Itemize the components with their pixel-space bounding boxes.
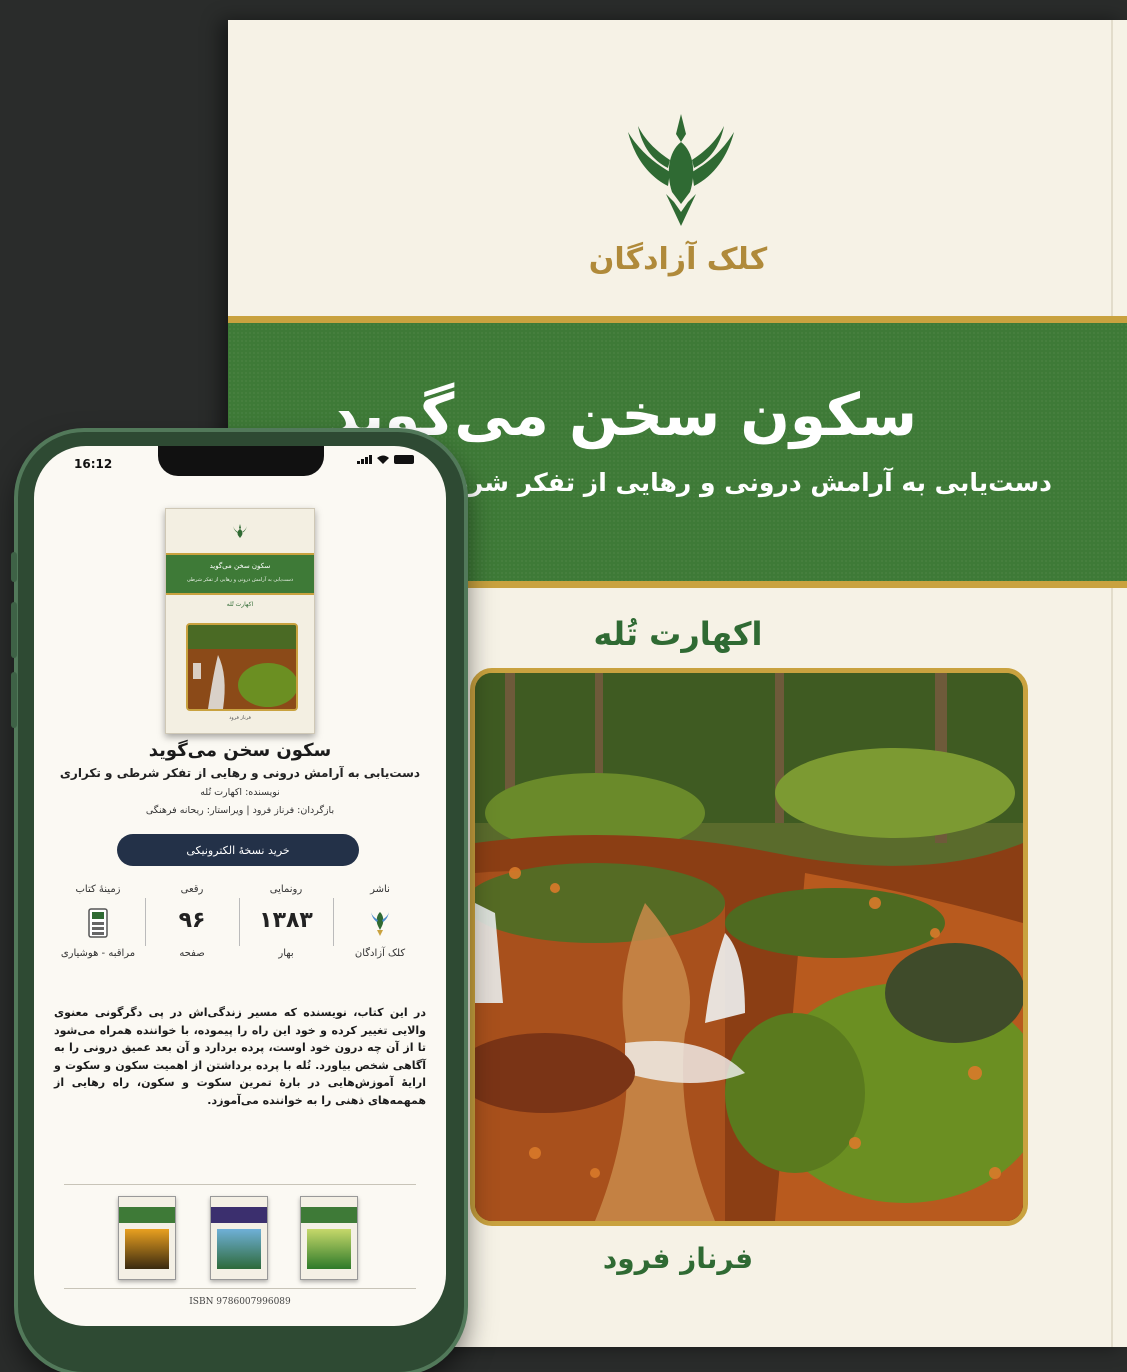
isbn-text: ISBN 9786007996089 — [189, 1297, 291, 1307]
info-release-label: رونمایی — [269, 884, 303, 895]
info-pages-label: رقعی — [180, 884, 204, 895]
status-time: 16:12 — [74, 457, 113, 471]
section-divider — [64, 1288, 416, 1289]
info-pages: رقعی ۹۶ صفحه — [146, 878, 238, 978]
phone-mute-switch — [11, 552, 17, 582]
section-divider — [64, 1184, 416, 1185]
cover-translator: فرناز فرود — [602, 1242, 754, 1275]
phone-notch — [158, 446, 324, 476]
related-book[interactable] — [118, 1196, 176, 1280]
info-divider — [145, 898, 146, 946]
thumbnail-author: اکهارت تُله — [226, 601, 254, 608]
info-divider — [333, 898, 334, 946]
phone-volume-down — [11, 672, 17, 728]
related-book[interactable] — [300, 1196, 358, 1280]
publisher-logo-icon — [371, 912, 389, 936]
cover-publisher-name: کلک آزادگان — [588, 242, 768, 277]
book-info-row: ناشر کلک آزادگان رونمایی ۱۳۸۳ بهار رقعی … — [54, 878, 426, 978]
wifi-icon — [377, 455, 389, 464]
info-divider — [239, 898, 240, 946]
book-author-line: نویسنده: اکهارت تُله — [200, 787, 280, 798]
info-publisher-label: ناشر — [370, 884, 390, 895]
book-credits-line: بازگردان: فرناز فرود | ویراستار: ریحانه … — [145, 805, 335, 816]
book-description: در این کتاب، نویسنده که مسیر زندگی‌اش در… — [54, 1006, 426, 1107]
thumbnail-translator: فرناز فرود — [229, 715, 251, 721]
cover-waterfall-photo — [470, 668, 1028, 1226]
thumbnail-photo — [186, 623, 298, 711]
info-publisher: ناشر کلک آزادگان — [334, 878, 426, 978]
thumbnail-logo-icon — [233, 524, 247, 538]
cover-author: اکهارت تُله — [593, 615, 763, 653]
phone-mockup: 16:12 سکون سخن می‌گوید دست‌یابی به آرامش… — [11, 432, 464, 1372]
publisher-logo-icon — [628, 114, 734, 226]
info-category-label: زمینهٔ کتاب — [75, 884, 121, 895]
buy-ebook-button[interactable]: خرید نسخهٔ الکترونیکی — [117, 834, 359, 866]
signal-icon — [357, 455, 372, 464]
info-pages-unit: صفحه — [179, 948, 205, 959]
info-release-year: ۱۳۸۳ — [259, 908, 313, 933]
cover-edge-line — [1111, 20, 1113, 1347]
info-release: رونمایی ۱۳۸۳ بهار — [240, 878, 332, 978]
book-thumbnail[interactable]: سکون سخن می‌گوید دست‌یابی به آرامش درونی… — [165, 508, 315, 734]
calculator-icon — [88, 908, 108, 938]
info-publisher-value: کلک آزادگان — [354, 948, 406, 959]
phone-screen: 16:12 سکون سخن می‌گوید دست‌یابی به آرامش… — [34, 446, 446, 1326]
battery-icon — [394, 455, 414, 464]
thumbnail-title-band: سکون سخن می‌گوید دست‌یابی به آرامش درونی… — [166, 553, 314, 595]
info-category-value: مراقبه - هوشیاری — [60, 948, 136, 959]
related-book[interactable] — [210, 1196, 268, 1280]
book-subtitle: دست‌یابی به آرامش درونی و رهایی از تفکر … — [59, 766, 421, 780]
phone-volume-up — [11, 602, 17, 658]
cover-subtitle: دست‌یابی به آرامش درونی و رهایی از تفکر … — [419, 468, 1052, 497]
info-pages-count: ۹۶ — [178, 908, 206, 933]
book-title: سکون سخن می‌گوید — [148, 740, 332, 761]
thumbnail-subtitle: دست‌یابی به آرامش درونی و رهایی از تفکر … — [186, 577, 294, 583]
info-category: زمینهٔ کتاب مراقبه - هوشیاری — [52, 878, 144, 978]
thumbnail-title: سکون سخن می‌گوید — [209, 562, 271, 570]
status-icons — [357, 455, 414, 464]
info-release-season: بهار — [278, 948, 294, 959]
